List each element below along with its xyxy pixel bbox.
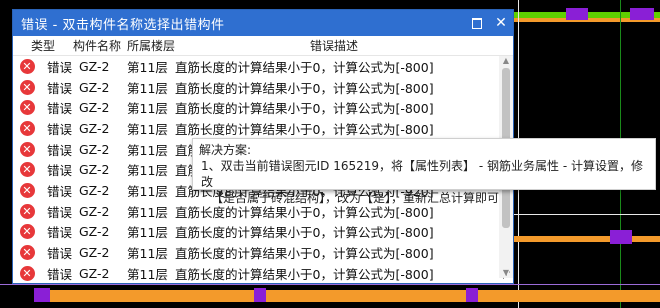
column-header-floor[interactable]: 所属楼层 [127, 37, 175, 54]
dialog-titlebar[interactable]: 错误 - 双击构件名称选择出错构件 ✕ [13, 10, 513, 36]
table-row[interactable]: ✕ 错误 GZ-2第11层直筋长度的计算结果小于0，计算公式为[-800] [13, 242, 497, 263]
error-icon: ✕ [19, 265, 35, 281]
error-icon: ✕ [19, 79, 35, 95]
cell-type: 错误 [47, 204, 73, 220]
error-icon: ✕ [19, 203, 35, 219]
error-icon: ✕ [19, 162, 35, 178]
error-icon-cell: ✕ [13, 100, 41, 116]
error-icon: ✕ [19, 100, 35, 116]
cell-type: 错误 [47, 163, 73, 179]
cad-column-purple [254, 288, 266, 302]
cell-component-name[interactable]: GZ-2 [79, 204, 127, 219]
cad-axis-line [510, 214, 660, 215]
cell-type: 错误 [47, 225, 73, 241]
table-row[interactable]: ✕ 错误 GZ-2第11层直筋长度的计算结果小于0，计算公式为[-800] [13, 263, 497, 284]
tooltip-line-1: 1、双击当前错误图元ID 165219，将【属性列表】 - 钢筋业务属性 - 计… [201, 159, 643, 189]
column-header-name[interactable]: 构件名称 [73, 37, 127, 54]
cell-floor: 第11层 [127, 266, 168, 282]
cell-floor: 第11层 [127, 246, 168, 262]
error-icon-cell: ✕ [13, 265, 41, 281]
cell-floor: 第11层 [127, 80, 168, 96]
error-icon-cell: ✕ [13, 120, 41, 136]
cell-description: 直筋长度的计算结果小于0，计算公式为[-800] [175, 101, 434, 117]
restore-window-icon[interactable] [465, 10, 489, 36]
cell-component-name[interactable]: GZ-2 [79, 121, 127, 136]
cell-type: 错误 [47, 183, 73, 199]
error-icon: ✕ [19, 141, 35, 157]
error-icon: ✕ [19, 245, 35, 261]
cell-component-name[interactable]: GZ-2 [79, 245, 127, 260]
cell-floor: 第11层 [127, 183, 168, 199]
cell-type: 错误 [47, 246, 73, 262]
cell-component-name[interactable]: GZ-2 [79, 142, 127, 157]
error-icon: ✕ [19, 182, 35, 198]
error-icon-cell: ✕ [13, 162, 41, 178]
cad-column-purple [466, 288, 478, 302]
cell-type: 错误 [47, 80, 73, 96]
cell-type: 错误 [47, 121, 73, 137]
table-header: 类型 构件名称 所属楼层 错误描述 [13, 36, 513, 56]
tooltip-line-2: 【是否属于砖混结构】，改为【是】，重新汇总计算即可 [211, 191, 500, 205]
cell-floor: 第11层 [127, 225, 168, 241]
error-icon-cell: ✕ [13, 79, 41, 95]
cell-description: 直筋长度的计算结果小于0，计算公式为[-800] [175, 80, 434, 96]
cell-component-name[interactable]: GZ-2 [79, 100, 127, 115]
cad-column-purple [566, 8, 588, 20]
cell-floor: 第11层 [127, 204, 168, 220]
cell-floor: 第11层 [127, 101, 168, 117]
cell-description: 直筋长度的计算结果小于0，计算公式为[-800] [175, 121, 434, 137]
tooltip-heading: 解决方案: [199, 143, 252, 157]
cell-component-name[interactable]: GZ-2 [79, 266, 127, 281]
table-row[interactable]: ✕ 错误 GZ-2第11层直筋长度的计算结果小于0，计算公式为[-800] [13, 97, 497, 118]
cell-floor: 第11层 [127, 142, 168, 158]
error-icon-cell: ✕ [13, 224, 41, 240]
error-icon: ✕ [19, 224, 35, 240]
column-header-description[interactable]: 错误描述 [175, 37, 513, 54]
cell-type: 错误 [47, 266, 73, 282]
cell-component-name[interactable]: GZ-2 [79, 162, 127, 177]
cell-floor: 第11层 [127, 121, 168, 137]
cell-type: 错误 [47, 101, 73, 117]
table-row[interactable]: ✕ 错误 GZ-2第11层直筋长度的计算结果小于0，计算公式为[-800] [13, 118, 497, 139]
cell-description: 直筋长度的计算结果小于0，计算公式为[-800] [175, 246, 434, 262]
cell-floor: 第11层 [127, 59, 168, 75]
error-icon-cell: ✕ [13, 182, 41, 198]
cell-description: 直筋长度的计算结果小于0，计算公式为[-800] [175, 59, 434, 75]
cell-component-name[interactable]: GZ-2 [79, 59, 127, 74]
solution-tooltip: 解决方案: 1、双击当前错误图元ID 165219，将【属性列表】 - 钢筋业务… [192, 138, 656, 205]
error-icon-cell: ✕ [13, 58, 41, 74]
cell-type: 错误 [47, 59, 73, 75]
column-header-type[interactable]: 类型 [13, 37, 73, 54]
table-row[interactable]: ✕ 错误 GZ-2第11层直筋长度的计算结果小于0，计算公式为[-800] [13, 77, 497, 98]
scroll-up-arrow-icon[interactable]: ▲ [499, 56, 513, 66]
cad-beam-orange [48, 290, 660, 302]
cell-component-name[interactable]: GZ-2 [79, 80, 127, 95]
cell-component-name[interactable]: GZ-2 [79, 224, 127, 239]
cad-column-purple [610, 230, 632, 244]
table-row[interactable]: ✕ 错误 GZ-2第11层直筋长度的计算结果小于0，计算公式为[-800] [13, 56, 497, 77]
cad-column-purple [630, 8, 654, 20]
cell-description: 直筋长度的计算结果小于0，计算公式为[-800] [175, 225, 434, 241]
error-icon: ✕ [19, 120, 35, 136]
close-icon[interactable]: ✕ [489, 10, 513, 36]
cell-component-name[interactable]: GZ-2 [79, 183, 127, 198]
error-icon-cell: ✕ [13, 141, 41, 157]
error-icon-cell: ✕ [13, 245, 41, 261]
resize-grip-icon[interactable]: ⋰ [501, 271, 511, 281]
cad-workspace[interactable]: 错误 - 双击构件名称选择出错构件 ✕ 类型 构件名称 所属楼层 错误描述 ✕ 错… [0, 0, 660, 308]
dialog-title: 错误 - 双击构件名称选择出错构件 [21, 17, 225, 33]
error-icon: ✕ [19, 58, 35, 74]
cell-floor: 第11层 [127, 163, 168, 179]
cell-description: 直筋长度的计算结果小于0，计算公式为[-800] [175, 266, 434, 282]
table-row[interactable]: ✕ 错误 GZ-2第11层直筋长度的计算结果小于0，计算公式为[-800] [13, 222, 497, 243]
cad-beam-orange [510, 236, 660, 242]
cad-column-purple [34, 288, 50, 302]
error-icon-cell: ✕ [13, 203, 41, 219]
cell-type: 错误 [47, 142, 73, 158]
